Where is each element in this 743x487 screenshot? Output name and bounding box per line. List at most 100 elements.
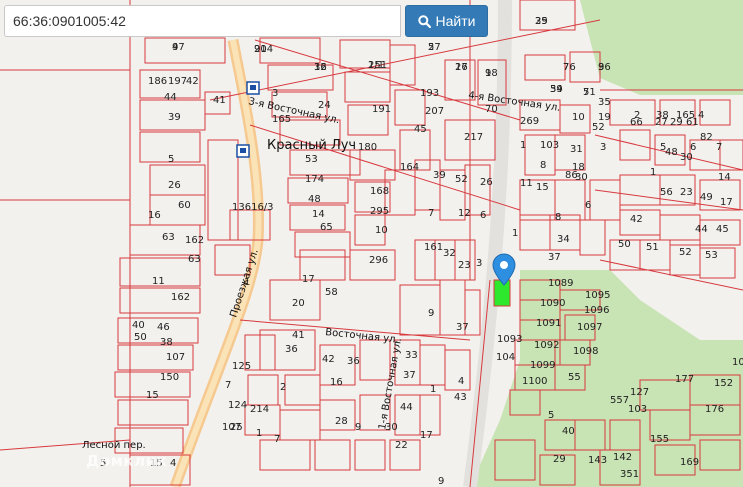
- parcel-number: 1091: [536, 318, 561, 329]
- parcel-number: 10: [572, 112, 585, 123]
- parcel-number: 104: [496, 352, 515, 363]
- cadastral-search-input[interactable]: [4, 5, 401, 37]
- parcel-number: 42: [630, 214, 643, 225]
- parcel-number: 207: [425, 106, 444, 117]
- parcel-number: 7: [428, 208, 434, 219]
- parcel-number: 36: [347, 356, 360, 367]
- parcel-number: 214: [250, 404, 269, 415]
- parcel-number: 42: [186, 76, 199, 87]
- bus-stop-icon[interactable]: [246, 81, 260, 95]
- parcel-number: 63: [188, 254, 201, 265]
- parcel-number: 161: [424, 242, 443, 253]
- parcel-number: 16: [148, 210, 161, 221]
- parcel-number: 18: [485, 68, 498, 79]
- parcel-number: 96: [598, 62, 611, 73]
- parcel-number: 168: [370, 186, 389, 197]
- parcel-number: 38: [656, 110, 669, 121]
- parcel-number: 174: [305, 174, 324, 185]
- parcel-number: 32: [443, 248, 456, 259]
- bus-stop-icon[interactable]: [236, 144, 250, 158]
- search-button[interactable]: Найти: [405, 5, 488, 37]
- parcel-number: 165: [272, 114, 291, 125]
- parcel-number: 1093: [497, 334, 522, 345]
- parcel-number: 40: [562, 426, 575, 437]
- parcel-number: 76: [563, 62, 576, 73]
- selected-parcel[interactable]: [493, 279, 511, 307]
- parcel-number: 40: [132, 320, 145, 331]
- parcel-number: 14: [718, 172, 731, 183]
- parcel-number: 107: [166, 352, 185, 363]
- parcel-number: 24: [318, 100, 331, 111]
- parcel-number: 152: [714, 378, 733, 389]
- parcel-number: 7: [274, 434, 280, 445]
- parcel-number: 63: [162, 232, 175, 243]
- parcel-number: 10: [375, 225, 388, 236]
- parcel-number: 155: [650, 434, 669, 445]
- parcel-number: 6: [585, 200, 591, 211]
- parcel-number: 53: [305, 154, 318, 165]
- parcel-number: 8: [555, 212, 561, 223]
- parcel-number: 70: [485, 104, 498, 115]
- cadastral-map[interactable]: 9 204 5715136 2697253539186 1974244 413241931…: [0, 0, 743, 487]
- parcel-number: 52: [679, 247, 692, 258]
- parcel-number: 37: [456, 322, 469, 333]
- parcel-number: 1: [512, 228, 518, 239]
- parcel-number: 1095: [585, 290, 610, 301]
- parcel-number: 52: [592, 122, 605, 133]
- parcel-number: 48: [308, 194, 321, 205]
- parcel-number: 22: [395, 440, 408, 451]
- map-watermark: Домклик: [86, 452, 168, 470]
- parcel-number: 295: [370, 206, 389, 217]
- parcel-number: 127: [630, 387, 649, 398]
- parcel-number: 1089: [548, 278, 573, 289]
- parcel-number: 124: [228, 400, 247, 411]
- parcel-number: 269: [520, 116, 539, 127]
- parcel-number: 164: [400, 162, 419, 173]
- parcel-number: 11: [520, 178, 533, 189]
- parcel-number: 28: [335, 416, 348, 427]
- parcel-number: 1097: [577, 322, 602, 333]
- parcel-number: 31: [570, 144, 583, 155]
- parcel-number: 30: [575, 172, 588, 183]
- parcel-number: 44: [400, 402, 413, 413]
- parcel-number: 18: [572, 162, 585, 173]
- parcel-number: 162: [185, 235, 204, 246]
- parcel-number: 41: [292, 330, 305, 341]
- parcel-number: 165: [676, 110, 695, 121]
- parcel-number: 54: [550, 84, 563, 95]
- parcel-number: 9: [428, 308, 434, 319]
- parcel-number: 143: [588, 455, 607, 466]
- parcel-number: 16: [330, 377, 343, 388]
- parcel-number: 17: [420, 430, 433, 441]
- parcel-number: 5: [548, 410, 554, 421]
- parcel-number: 52: [455, 174, 468, 185]
- parcel-number: 45: [716, 224, 729, 235]
- parcel-number: 45: [414, 124, 427, 135]
- parcel-number: 2: [634, 110, 640, 121]
- parcel-number: 56: [660, 187, 673, 198]
- parcel-number: 39: [535, 16, 548, 27]
- parcel-number: 17: [455, 62, 468, 73]
- parcel-number: 296: [369, 255, 388, 266]
- parcel-number: 9: [355, 422, 361, 433]
- parcel-number: 50: [134, 332, 147, 343]
- parcel-number: 35: [598, 97, 611, 108]
- parcel-number: 177: [675, 374, 694, 385]
- parcel-number: 197: [168, 76, 187, 87]
- parcel-number: 41: [213, 95, 226, 106]
- parcel-number: 1: [520, 140, 526, 151]
- parcel-number: 51: [646, 242, 659, 253]
- parcel-number: 103: [540, 140, 559, 151]
- parcel-number: 3: [600, 142, 606, 153]
- parcel-number: 29: [553, 454, 566, 465]
- parcel-number: 20: [292, 298, 305, 309]
- parcel-number: 17: [302, 274, 315, 285]
- parcel-number: 11: [152, 276, 165, 287]
- parcel-number: 191: [372, 104, 391, 115]
- street-label-lesnoy: Лесной пер.: [82, 440, 146, 451]
- parcel-number: 26: [168, 180, 181, 191]
- parcel-number: 1: [650, 167, 656, 178]
- parcel-number: 47: [172, 42, 185, 53]
- parcel-number: 36: [285, 344, 298, 355]
- parcel-number: 12: [314, 62, 327, 73]
